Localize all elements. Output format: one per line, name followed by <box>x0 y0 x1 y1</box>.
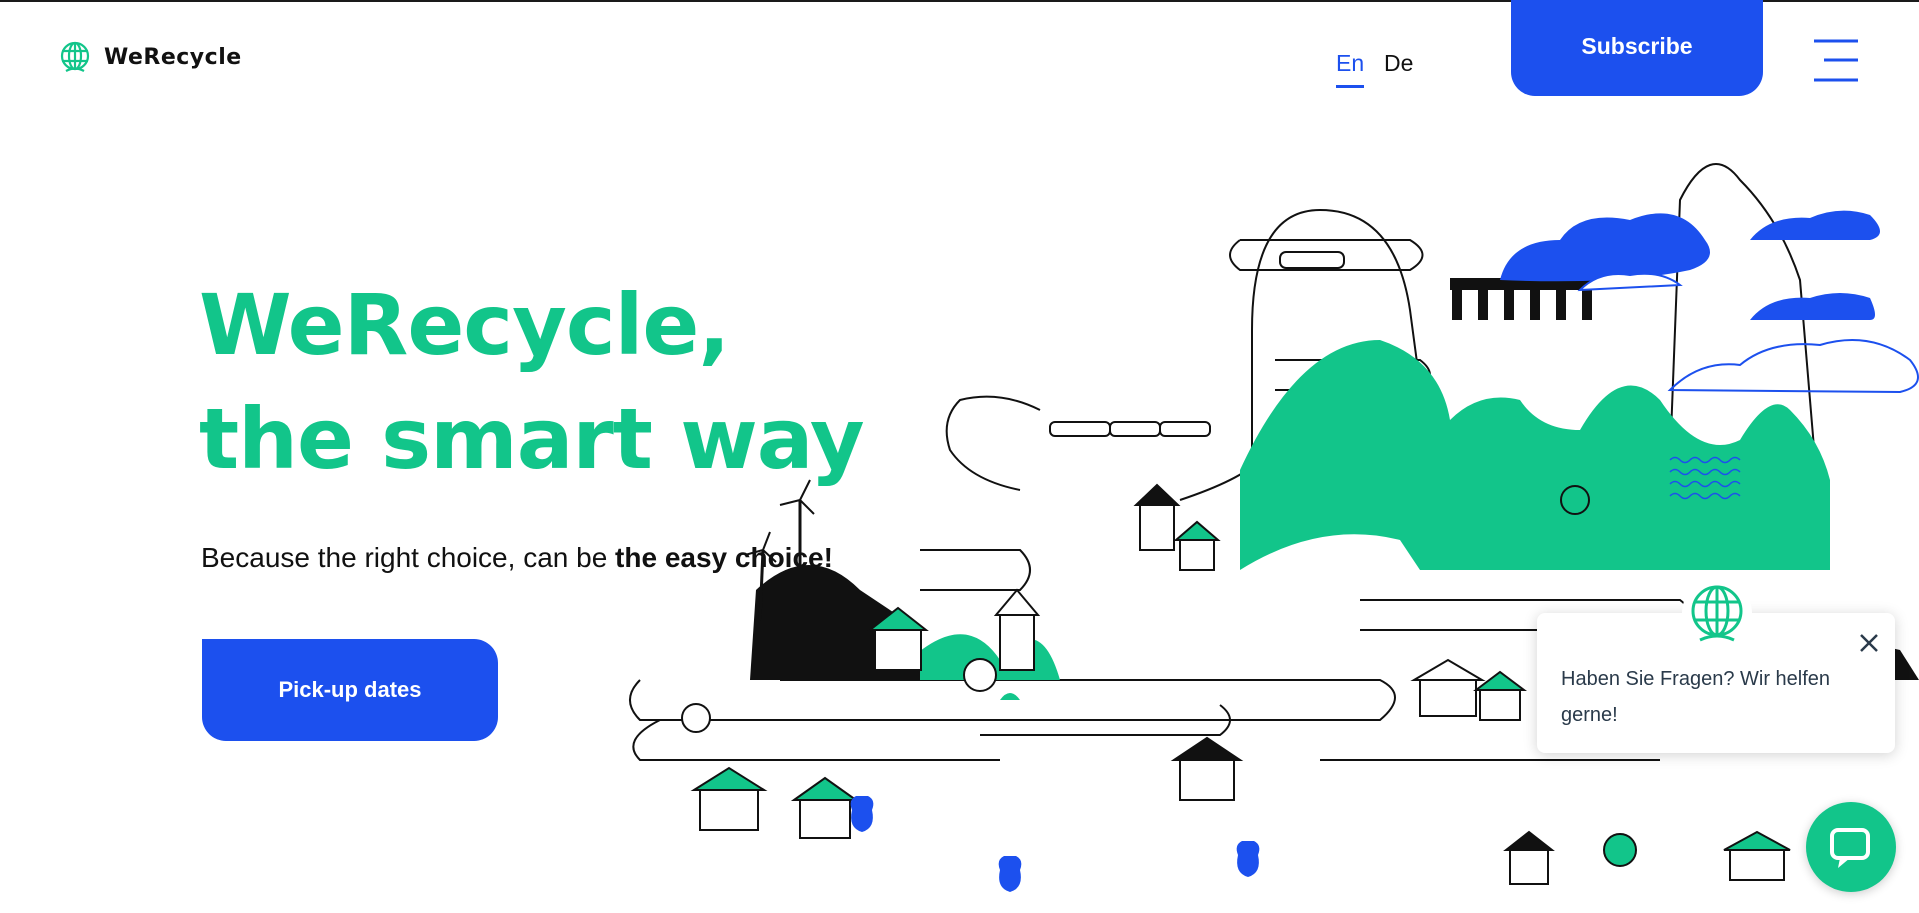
globe-icon <box>60 41 90 72</box>
chat-avatar <box>1682 578 1752 648</box>
menu-button[interactable] <box>1810 38 1862 84</box>
globe-icon <box>1691 585 1743 642</box>
language-de[interactable]: De <box>1384 50 1413 77</box>
pickup-dates-button[interactable]: Pick-up dates <box>202 639 498 741</box>
brand-name: WeRecycle <box>104 44 242 70</box>
chat-launcher-button[interactable] <box>1806 802 1896 892</box>
hamburger-menu-icon <box>1814 39 1858 82</box>
subscribe-button[interactable]: Subscribe <box>1511 0 1763 96</box>
chat-close-button[interactable] <box>1857 631 1881 655</box>
language-en[interactable]: En <box>1336 50 1365 88</box>
brand-logo[interactable]: WeRecycle <box>58 40 242 74</box>
chat-message: Haben Sie Fragen? Wir helfen gerne! <box>1561 668 1831 726</box>
town-illustration <box>629 163 1919 892</box>
hero-subtitle-text: Because the right choice, can be <box>201 542 616 573</box>
chat-bubble-icon <box>1830 828 1870 868</box>
close-icon <box>1860 634 1878 652</box>
